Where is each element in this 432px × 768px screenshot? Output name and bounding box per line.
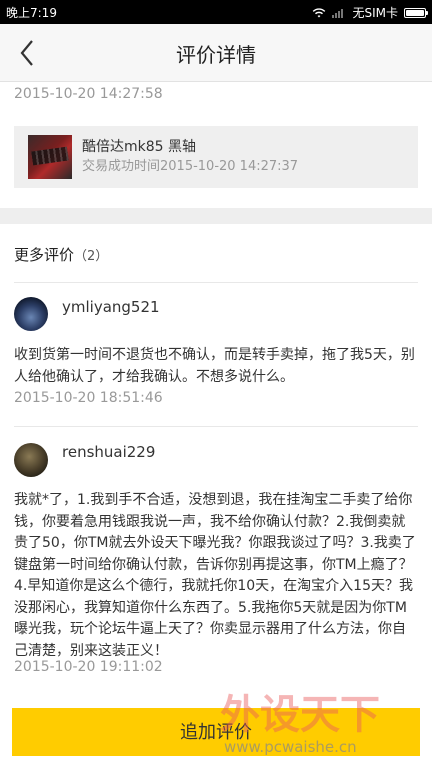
review-date: 2015-10-20 18:51:46: [14, 390, 163, 406]
page-title: 评价详情: [176, 43, 256, 67]
review-text: 收到货第一时间不退货也不确认，而是转手卖掉，拖了我5天，别人给他确认了，才给我确…: [14, 347, 415, 385]
avatar[interactable]: [14, 297, 48, 331]
wifi-icon: [312, 7, 326, 18]
review-text: 我就*了，1.我到手不合适，没想到退，我在挂淘宝二手卖了给你钱，你要着急用钱跟我…: [14, 492, 416, 659]
add-review-button[interactable]: 追加评价: [12, 708, 420, 756]
product-card[interactable]: 酷倍达mk85 黑轴 交易成功时间2015-10-20 14:27:37: [14, 126, 418, 188]
avatar[interactable]: [14, 443, 48, 477]
review-date: 2015-10-20 19:11:02: [14, 659, 163, 675]
section-divider: [0, 208, 432, 224]
review-username[interactable]: renshuai229: [62, 443, 155, 461]
signal-icon: [332, 8, 346, 18]
trade-time: 交易成功时间2015-10-20 14:27:37: [82, 159, 299, 174]
divider: [14, 426, 418, 427]
product-name: 酷倍达mk85 黑轴: [82, 139, 197, 155]
carrier-label: 无SIM卡: [352, 6, 398, 20]
battery-icon: [404, 7, 428, 18]
status-bar: 晚上7:19 无SIM卡: [0, 0, 432, 24]
divider: [14, 282, 418, 283]
review-username[interactable]: ymliyang521: [62, 298, 160, 316]
more-reviews-label: 更多评价: [14, 246, 75, 264]
status-time: 晚上7:19: [6, 6, 57, 20]
review-date: 2015-10-20 14:27:58: [14, 86, 163, 102]
more-reviews-title: 更多评价（2）: [14, 244, 108, 265]
product-thumbnail: [28, 135, 72, 179]
more-reviews-count: （2）: [74, 249, 109, 264]
status-icons: 无SIM卡: [312, 4, 428, 21]
page-header: 评价详情: [0, 24, 432, 82]
